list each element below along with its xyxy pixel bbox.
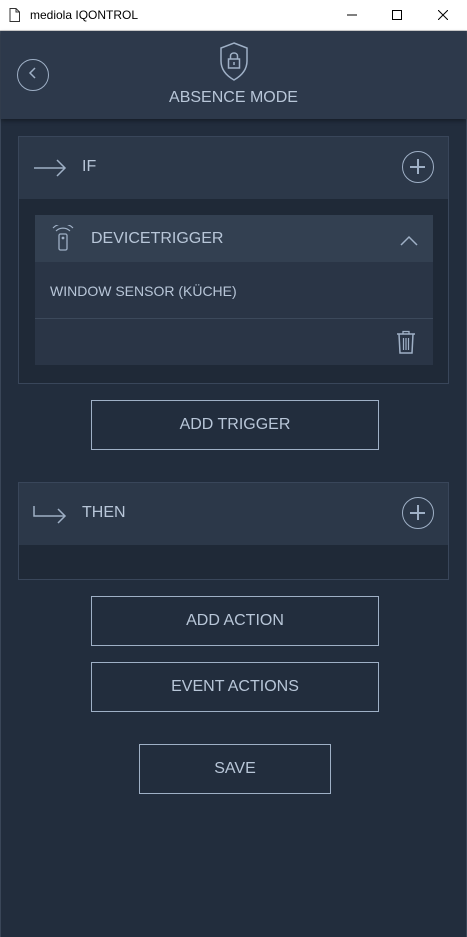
then-section: THEN (18, 482, 449, 580)
maximize-icon (392, 7, 402, 25)
minimize-button[interactable] (329, 0, 375, 31)
if-label: IF (82, 158, 97, 175)
trigger-type-label: DEVICETRIGGER (91, 230, 224, 247)
app-content: ABSENCE MODE IF DEVICETRIGGER WINDOW SEN… (0, 31, 467, 937)
back-button[interactable] (17, 59, 49, 91)
trigger-card: DEVICETRIGGER WINDOW SENSOR (KÜCHE) (35, 215, 433, 365)
chevron-up-icon[interactable] (400, 233, 418, 251)
arrow-right-icon (33, 157, 67, 184)
add-trigger-button[interactable]: ADD TRIGGER (91, 400, 379, 450)
remote-signal-icon (49, 223, 77, 258)
minimize-icon (347, 7, 357, 25)
if-section: IF DEVICETRIGGER WINDOW SENSOR (KÜCHE) (18, 136, 449, 384)
add-action-button[interactable]: ADD ACTION (91, 596, 379, 646)
save-button[interactable]: SAVE (139, 744, 331, 794)
back-arrow-icon (27, 66, 39, 85)
trash-icon[interactable] (396, 330, 416, 359)
add-action-plus-button[interactable] (402, 497, 434, 529)
then-section-header: THEN (19, 483, 448, 545)
trigger-card-header[interactable]: DEVICETRIGGER (35, 215, 433, 262)
close-button[interactable] (420, 0, 466, 31)
document-icon (9, 8, 20, 27)
window-title: mediola IQONTROL (30, 8, 139, 22)
page-header: ABSENCE MODE (1, 31, 466, 119)
window-titlebar: mediola IQONTROL (0, 0, 467, 31)
if-section-header: IF (19, 137, 448, 199)
event-actions-button[interactable]: EVENT ACTIONS (91, 662, 379, 712)
close-icon (437, 7, 449, 25)
page-title: ABSENCE MODE (169, 89, 298, 106)
shield-lock-icon (218, 41, 250, 88)
maximize-button[interactable] (374, 0, 420, 31)
arrow-turn-right-icon (33, 503, 67, 530)
divider (35, 318, 433, 319)
add-trigger-plus-button[interactable] (402, 151, 434, 183)
then-label: THEN (82, 504, 126, 521)
trigger-device-name: WINDOW SENSOR (KÜCHE) (50, 283, 237, 299)
